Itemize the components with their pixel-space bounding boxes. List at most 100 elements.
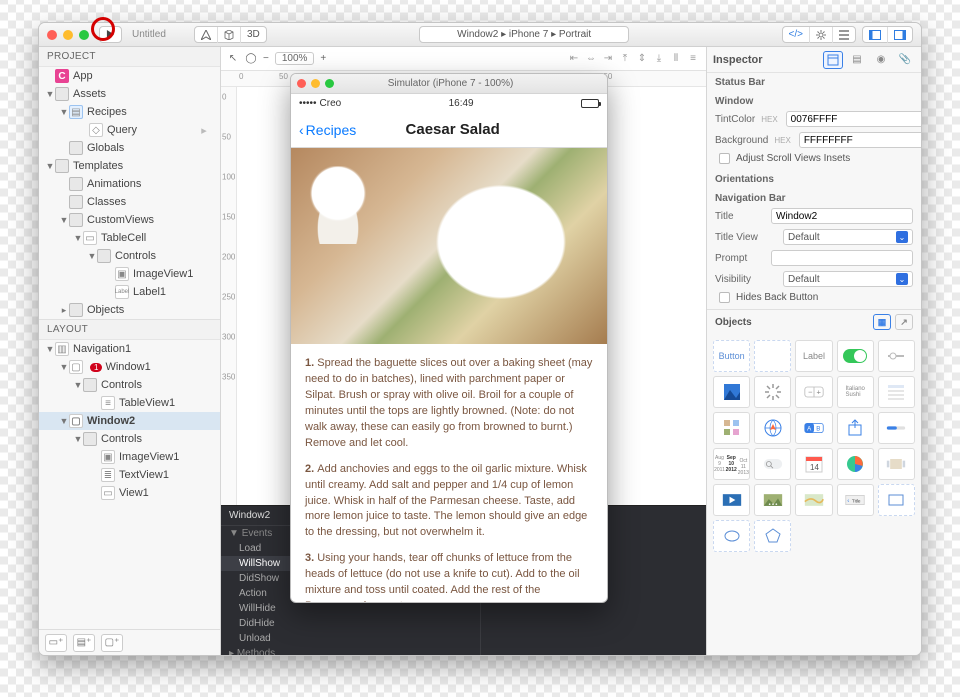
globals-node[interactable]: Globals [39,139,220,157]
cube-icon[interactable] [218,27,241,43]
zoom-level[interactable]: 100% [275,52,315,65]
objects-node[interactable]: ▸Objects [39,301,220,319]
background-input[interactable] [799,132,921,148]
close-icon[interactable] [47,30,57,40]
navtitle-input[interactable] [771,208,913,224]
obj-segmented[interactable]: AB [795,412,832,444]
right-panel-toggle[interactable] [888,27,912,43]
minimize-icon[interactable] [63,30,73,40]
obj-datepicker[interactable]: Aug 9 2011Sep 10 2012Oct 11 2013 [713,448,750,480]
obj-picker[interactable]: ItalianoSushi [837,376,874,408]
window-traffic-lights[interactable] [47,30,89,40]
t-imageview1-node[interactable]: ▣ImageView1 [39,265,220,283]
obj-carousel[interactable] [878,448,915,480]
view1-node[interactable]: ▭View1 [39,484,220,502]
align-left-icon[interactable]: ⇤ [567,52,581,66]
obj-navbar[interactable]: ‹Title [837,484,874,516]
query-node[interactable]: ◇Query▸ [39,121,220,139]
visibility-select[interactable]: Default⌄ [783,271,913,287]
align-top-icon[interactable]: ⤒ [618,52,632,66]
db-tab-icon[interactable]: ◉ [871,51,891,69]
obj-expand-icon[interactable]: ↗ [895,314,913,330]
w2-imageview1-node[interactable]: ▣ImageView1 [39,448,220,466]
align-right-icon[interactable]: ⇥ [601,52,615,66]
obj-share[interactable] [837,412,874,444]
obj-calendar[interactable]: 14 [795,448,832,480]
obj-progress[interactable] [878,412,915,444]
align-bottom-icon[interactable]: ⤓ [652,52,666,66]
obj-oval[interactable] [713,520,750,552]
obj-pageview[interactable] [754,484,791,516]
obj-webview[interactable] [754,412,791,444]
obj-label[interactable]: Label [795,340,832,372]
link-tab-icon[interactable]: 📎 [895,51,915,69]
window1-node[interactable]: ▼▢1Window1 [39,358,220,376]
code-view-icon[interactable]: </> [783,27,810,43]
obj-stepper[interactable]: −+ [795,376,832,408]
gear-icon[interactable] [810,27,833,43]
obj-rect[interactable] [878,484,915,516]
event-unload[interactable]: Unload [221,631,480,646]
recipe-text[interactable]: 1. Spread the baguette slices out over a… [291,344,607,602]
adjust-insets-check[interactable]: Adjust Scroll Views Insets [715,153,913,164]
app-node[interactable]: CApp [39,67,220,85]
recipes-node[interactable]: ▼▤Recipes [39,103,220,121]
pointer-tool-icon[interactable]: ↖ [227,53,239,65]
nav1-node[interactable]: ▼▥Navigation1 [39,340,220,358]
animations-node[interactable]: Animations [39,175,220,193]
attributes-tab-icon[interactable] [823,51,843,69]
obj-imageview[interactable] [713,376,750,408]
obj-button[interactable]: Button [713,340,750,372]
w2-controls-node[interactable]: ▼Controls [39,430,220,448]
obj-view[interactable] [754,340,791,372]
event-willhide[interactable]: WillHide [221,601,480,616]
w1-controls-node[interactable]: ▼Controls [39,376,220,394]
obj-searchbar[interactable] [754,448,791,480]
loupe-icon[interactable]: ◯ [245,53,257,65]
templates-node[interactable]: ▼Templates [39,157,220,175]
layers-tab-icon[interactable]: ▤ [847,51,867,69]
threeD-button[interactable]: 3D [241,27,266,43]
obj-tableview[interactable] [878,376,915,408]
t-controls-node[interactable]: ▼Controls [39,247,220,265]
tablecell-node[interactable]: ▼▭TableCell [39,229,220,247]
obj-piechart[interactable] [837,448,874,480]
classes-node[interactable]: Classes [39,193,220,211]
t-label1-node[interactable]: LabelLabel1 [39,283,220,301]
obj-slider[interactable] [878,340,915,372]
obj-grid-mode-icon[interactable]: ▦ [873,314,891,330]
add-window-button[interactable]: ▢⁺ [101,634,123,652]
play-inline-icon[interactable]: ▸ [198,124,210,136]
sim-close-icon[interactable] [297,79,306,88]
left-panel-toggle[interactable] [863,27,888,43]
device-selector[interactable]: Window2 ▸ iPhone 7 ▸ Portrait [419,26,629,43]
sim-zoom-icon[interactable] [325,79,334,88]
simulator-titlebar[interactable]: Simulator (iPhone 7 - 100%) [291,74,607,94]
add-folder-button[interactable]: ▤⁺ [73,634,95,652]
align-center-h-icon[interactable]: ⇔ [584,52,598,66]
assets-node[interactable]: ▼Assets [39,85,220,103]
obj-collectionview[interactable] [713,412,750,444]
titleview-select[interactable]: Default⌄ [783,229,913,245]
distribute-h-icon[interactable]: ⫴ [669,52,683,66]
hides-back-check[interactable]: Hides Back Button [715,292,913,303]
event-didhide[interactable]: DidHide [221,616,480,631]
obj-switch[interactable] [837,340,874,372]
textview1-node[interactable]: ≣TextView1 [39,466,220,484]
obj-polygon[interactable] [754,520,791,552]
obj-activity[interactable] [754,376,791,408]
customviews-node[interactable]: ▼CustomViews [39,211,220,229]
window2-node[interactable]: ▼▢Window2 [39,412,220,430]
play-button[interactable] [100,27,121,43]
align-center-v-icon[interactable]: ⇕ [635,52,649,66]
prompt-input[interactable] [771,250,913,266]
tableview1-node[interactable]: ≡TableView1 [39,394,220,412]
zoom-icon[interactable] [79,30,89,40]
list-view-icon[interactable] [833,27,855,43]
obj-mapview[interactable] [795,484,832,516]
sim-minimize-icon[interactable] [311,79,320,88]
distribute-v-icon[interactable]: ≡ [686,52,700,66]
add-view-button[interactable]: ▭⁺ [45,634,67,652]
tintcolor-input[interactable] [786,111,921,127]
send-icon[interactable] [195,27,218,43]
